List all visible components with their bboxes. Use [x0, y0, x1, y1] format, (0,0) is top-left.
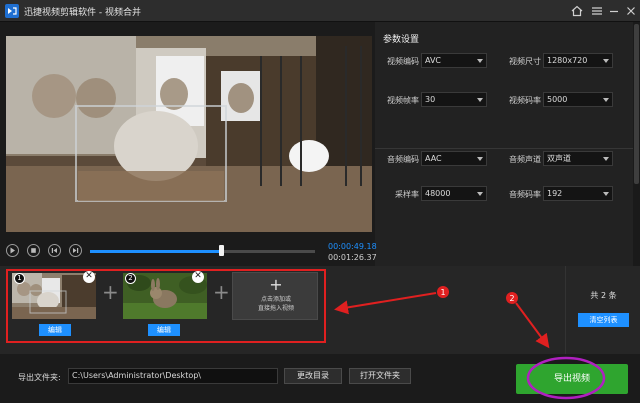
chevron-down-icon	[477, 192, 483, 196]
open-folder-button[interactable]: 打开文件夹	[349, 368, 411, 384]
app-logo-icon	[5, 4, 19, 18]
video-size-value: 1280x720	[547, 56, 588, 65]
chevron-down-icon	[603, 59, 609, 63]
step-back-icon	[51, 248, 57, 253]
video-bitrate-value: 5000	[547, 95, 568, 104]
change-directory-button[interactable]: 更改目录	[284, 368, 342, 384]
clip-count: 共 2 条	[590, 291, 617, 300]
chevron-down-icon	[603, 157, 609, 161]
output-path-field[interactable]: C:\Users\Administrator\Desktop\	[68, 368, 278, 384]
chevron-down-icon	[603, 98, 609, 102]
video-fps-value: 30	[425, 95, 436, 104]
output-bar: 导出文件夹: C:\Users\Administrator\Desktop\ 更…	[0, 354, 640, 403]
audio-channel-select[interactable]: 双声道	[543, 151, 613, 166]
video-preview[interactable]	[6, 36, 372, 232]
timeline-progress	[90, 250, 221, 253]
clip-summary-panel: 共 2 条 清空列表	[565, 266, 640, 354]
stop-button[interactable]	[27, 244, 40, 257]
play-button[interactable]	[6, 244, 19, 257]
video-codec-value: AVC	[425, 56, 442, 65]
timeline-handle[interactable]	[218, 245, 224, 256]
params-scrollbar-thumb[interactable]	[634, 24, 639, 184]
video-bitrate-label: 视频码率	[509, 96, 541, 105]
audio-codec-label: 音频编码	[387, 155, 419, 164]
video-codec-select[interactable]: AVC	[421, 53, 487, 68]
video-fps-label: 视频帧率	[387, 96, 419, 105]
chevron-down-icon	[477, 59, 483, 63]
video-fps-select[interactable]: 30	[421, 92, 487, 107]
video-size-label: 视频尺寸	[509, 57, 541, 66]
video-codec-label: 视频编码	[387, 57, 419, 66]
home-icon[interactable]	[569, 3, 585, 19]
clear-list-button[interactable]: 清空列表	[578, 313, 629, 327]
audio-channel-value: 双声道	[547, 154, 571, 163]
chevron-down-icon	[603, 192, 609, 196]
params-title: 参数设置	[383, 35, 420, 45]
total-time: 00:01:26.37	[328, 253, 377, 262]
title-bar: 迅捷视频剪辑软件 - 视频合并	[0, 0, 640, 22]
params-divider	[375, 148, 633, 149]
prev-frame-button[interactable]	[48, 244, 61, 257]
audio-bitrate-select[interactable]: 192	[543, 186, 613, 201]
current-time: 00:00:49.18	[328, 242, 377, 251]
step-forward-icon	[73, 248, 79, 253]
timeline-slider[interactable]	[90, 245, 315, 256]
next-frame-button[interactable]	[69, 244, 82, 257]
chevron-down-icon	[477, 157, 483, 161]
audio-samplerate-select[interactable]: 48000	[421, 186, 487, 201]
play-icon	[10, 247, 15, 254]
audio-codec-value: AAC	[425, 154, 442, 163]
audio-samplerate-value: 48000	[425, 189, 451, 198]
stop-icon	[31, 248, 36, 253]
audio-channel-label: 音频声道	[509, 155, 541, 164]
params-panel: 参数设置 视频编码 AVC 视频尺寸 1280x720 视频帧率 30 视频码率…	[375, 22, 633, 266]
export-video-button[interactable]: 导出视频	[516, 364, 628, 394]
audio-samplerate-label: 采样率	[395, 190, 419, 199]
settings-icon[interactable]	[589, 3, 605, 19]
close-icon[interactable]	[623, 3, 639, 19]
playback-controls: 00:00:49.18 00:01:26.37	[0, 236, 377, 266]
audio-bitrate-label: 音频码率	[509, 190, 541, 199]
video-bitrate-select[interactable]: 5000	[543, 92, 613, 107]
chevron-down-icon	[477, 98, 483, 102]
output-folder-label: 导出文件夹:	[18, 373, 61, 382]
video-size-select[interactable]: 1280x720	[543, 53, 613, 68]
audio-bitrate-value: 192	[547, 189, 563, 198]
window-title: 迅捷视频剪辑软件 - 视频合并	[24, 8, 141, 18]
minimize-icon[interactable]	[606, 3, 622, 19]
audio-codec-select[interactable]: AAC	[421, 151, 487, 166]
clip-list-highlight-box	[6, 269, 326, 343]
